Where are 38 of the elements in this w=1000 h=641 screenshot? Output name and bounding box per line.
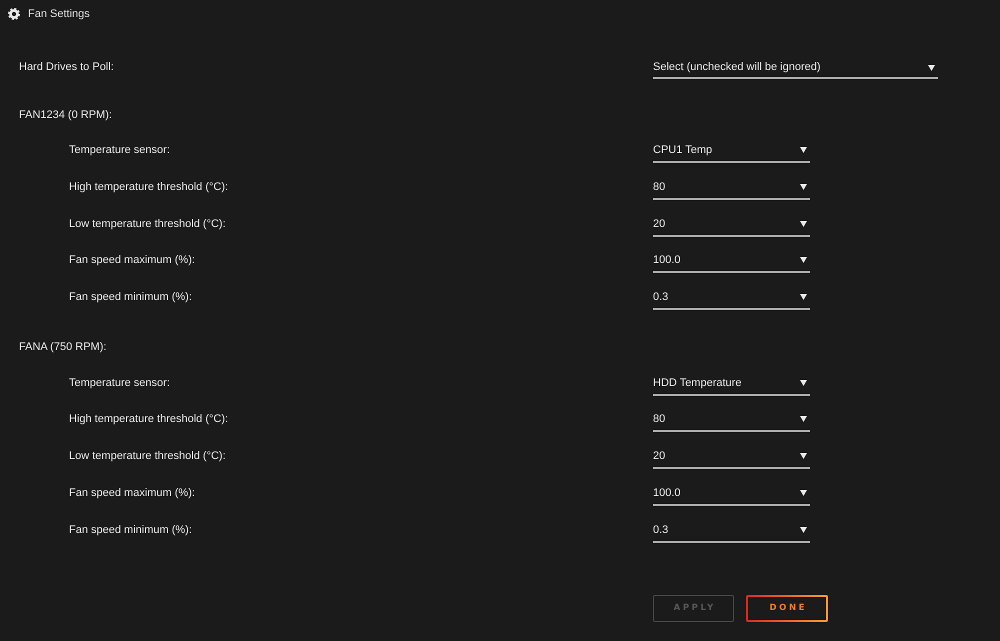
dropdown[interactable]: 20 xyxy=(653,443,810,470)
done-button[interactable]: DONE xyxy=(746,594,828,622)
field-label: High temperature threshold (°C): xyxy=(69,180,230,194)
dropdown[interactable]: 20 xyxy=(653,210,810,237)
field-label: Fan speed maximum (%): xyxy=(69,486,196,500)
field-label: Hard Drives to Poll: xyxy=(19,60,115,74)
caret-icon xyxy=(800,526,807,533)
field-label: Low temperature threshold (°C): xyxy=(69,449,227,464)
caret-icon xyxy=(800,490,807,496)
caret-icon xyxy=(800,257,807,264)
section-heading: FANA (750 RPM): xyxy=(18,340,106,356)
dropdown[interactable]: HDD Temperature xyxy=(653,370,810,396)
dropdown[interactable]: 80 xyxy=(653,174,810,200)
caret-icon xyxy=(800,294,807,300)
field-label: Fan speed minimum (%): xyxy=(69,290,193,304)
caret-icon xyxy=(928,65,935,71)
caret-icon xyxy=(800,184,807,190)
field-label: Temperature sensor: xyxy=(69,143,171,158)
dropdown[interactable]: 100.0 xyxy=(653,247,810,274)
section-heading: FAN1234 (0 RPM): xyxy=(18,108,112,123)
gear-icon xyxy=(8,8,20,20)
field-label: Fan speed maximum (%): xyxy=(69,253,196,268)
caret-icon xyxy=(800,416,807,422)
dropdown[interactable]: CPU1 Temp xyxy=(653,137,810,164)
dropdown[interactable]: 100.0 xyxy=(653,480,810,506)
window-title: Fan Settings xyxy=(28,7,90,21)
multi-select-dropdown[interactable]: Select (unchecked will be ignored) xyxy=(653,55,938,79)
dropdown[interactable]: 0.3 xyxy=(653,516,810,543)
caret-icon xyxy=(800,220,807,227)
caret-icon xyxy=(800,147,807,154)
field-label: Temperature sensor: xyxy=(69,376,171,390)
caret-icon xyxy=(800,380,807,386)
dropdown[interactable]: 0.3 xyxy=(653,284,810,310)
caret-icon xyxy=(800,453,807,460)
dropdown[interactable]: 80 xyxy=(653,406,810,432)
field-label: Low temperature threshold (°C): xyxy=(69,216,227,231)
field-label: High temperature threshold (°C): xyxy=(69,412,230,426)
field-label: Fan speed minimum (%): xyxy=(69,522,193,537)
